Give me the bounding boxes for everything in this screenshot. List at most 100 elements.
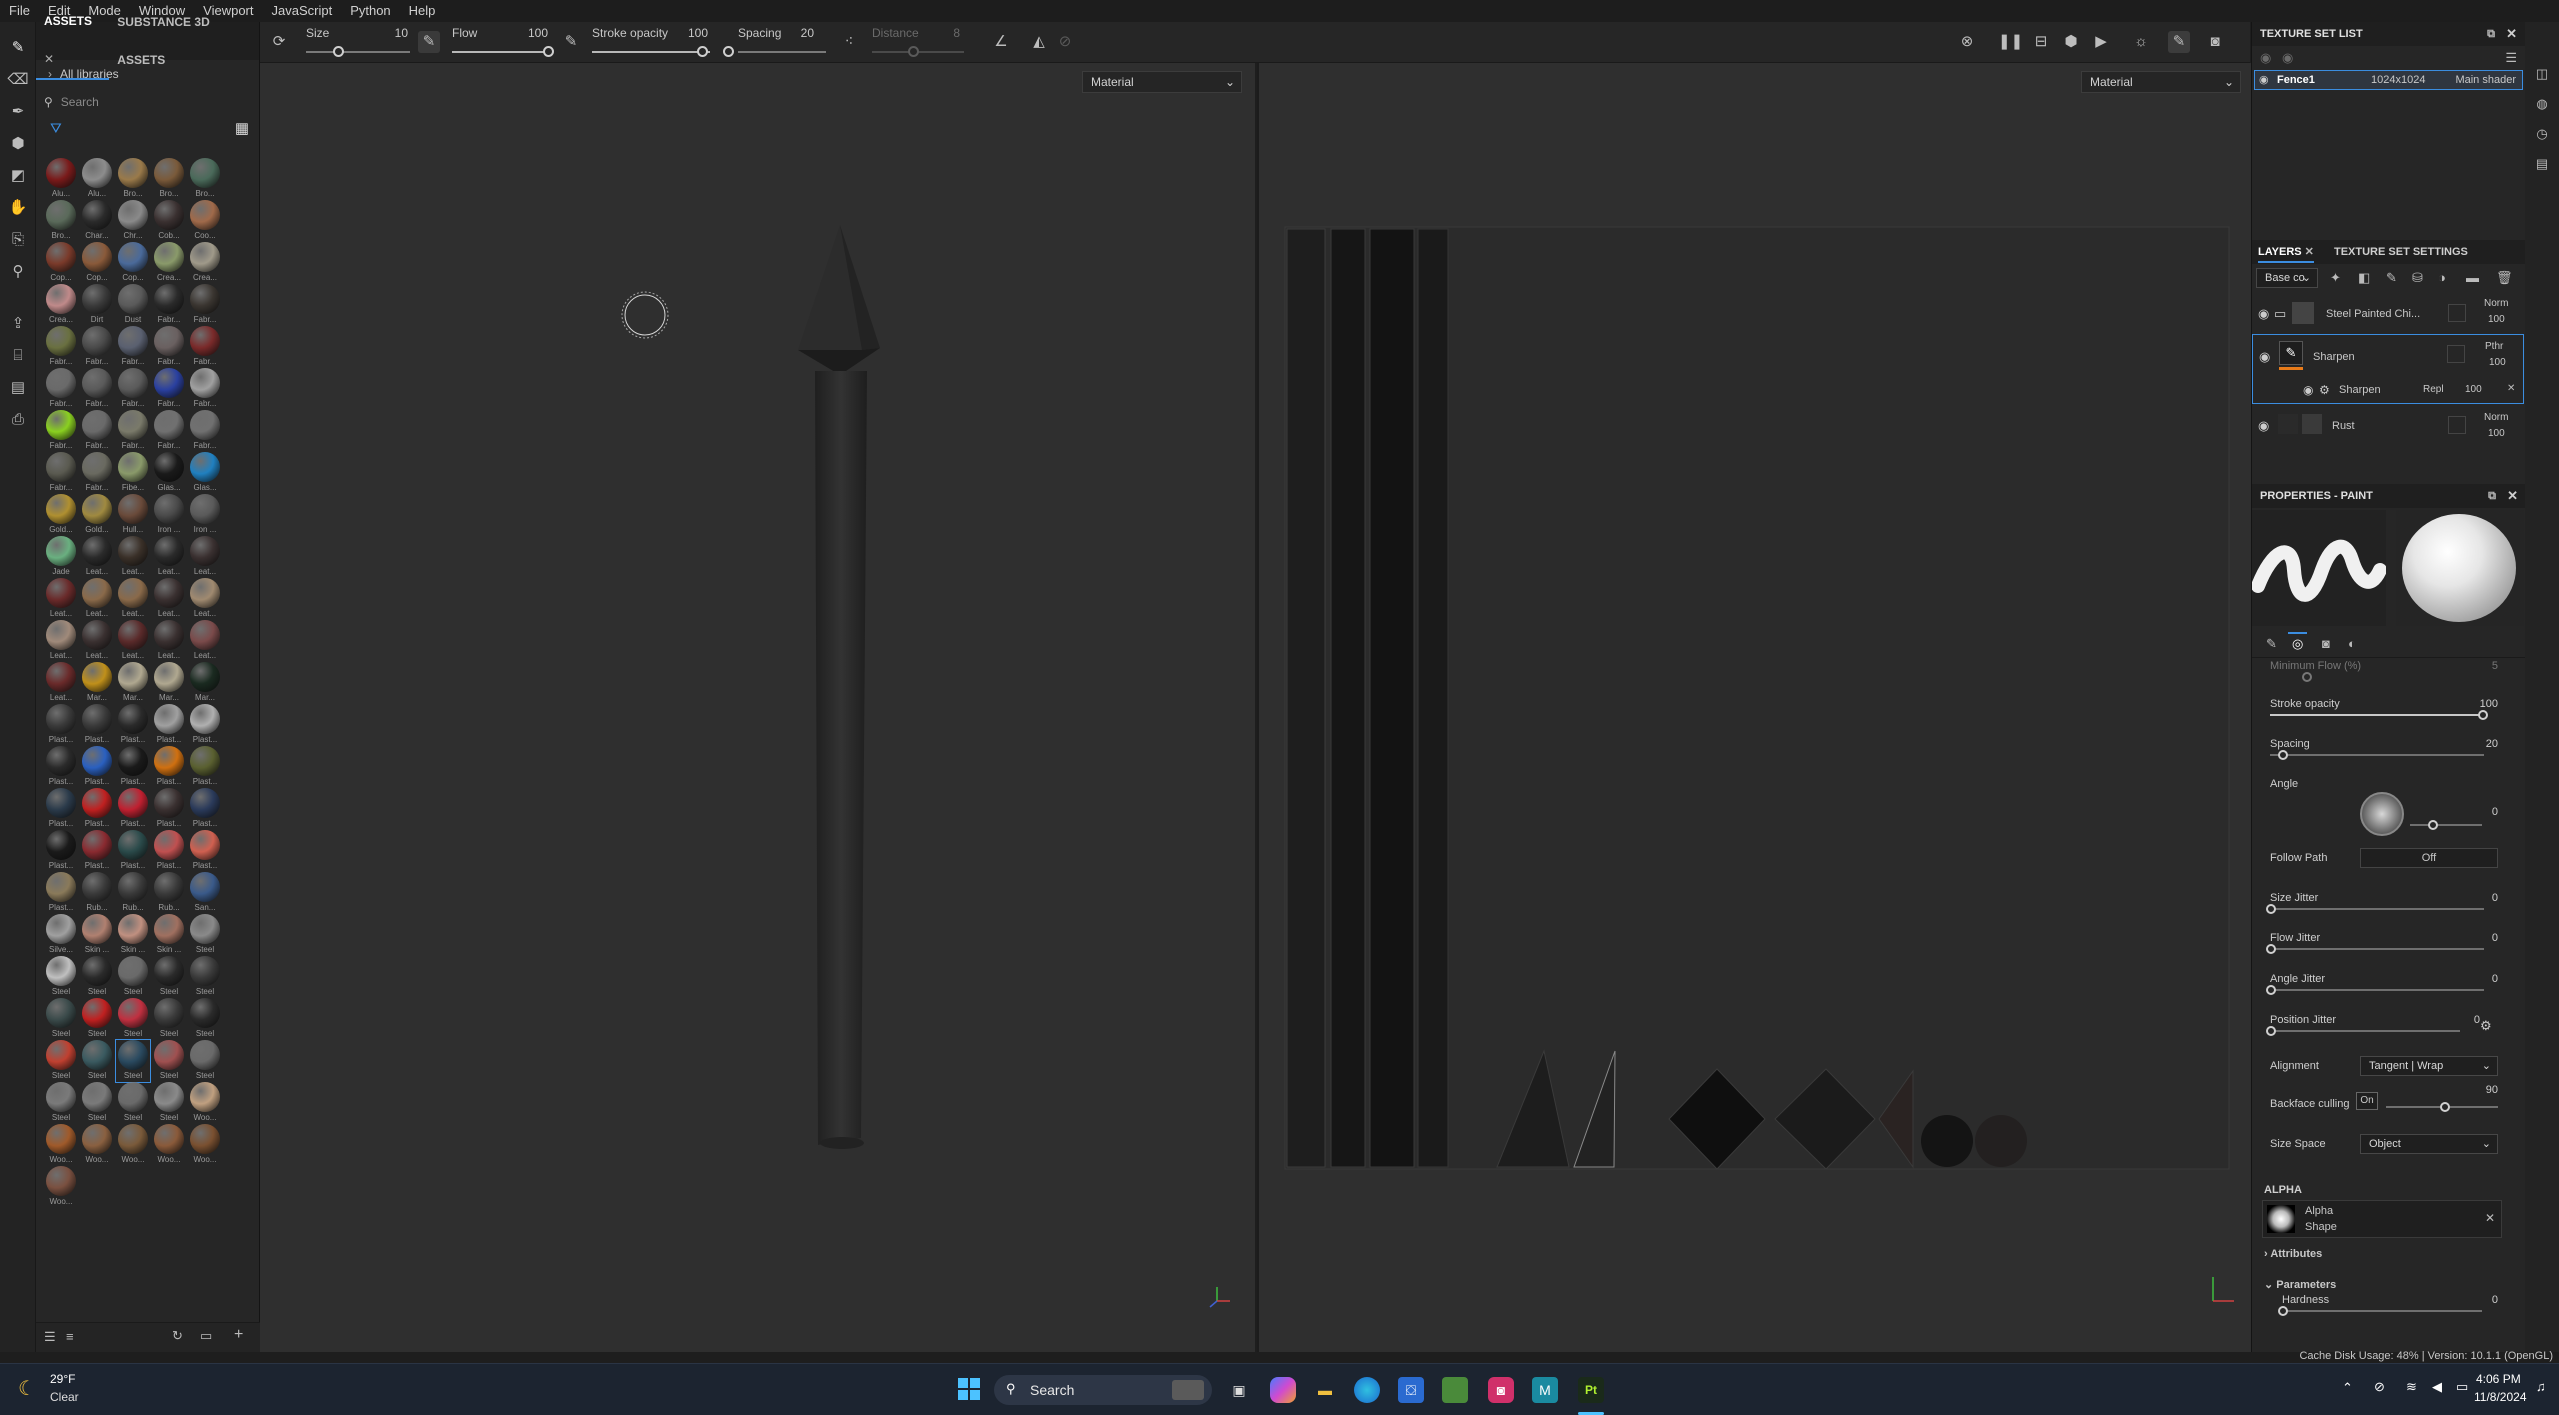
material-thumbnail[interactable]: Leat... xyxy=(116,578,150,620)
material-thumbnail[interactable]: Plast... xyxy=(116,788,150,830)
spacing-knob[interactable] xyxy=(723,46,734,57)
material-thumbnail[interactable]: Steel xyxy=(188,998,222,1040)
line-mode-icon[interactable]: ∠ xyxy=(990,31,1012,53)
material-thumbnail[interactable]: Char... xyxy=(80,200,114,242)
material-thumbnail[interactable]: Fabr... xyxy=(188,368,222,410)
camera-icon[interactable]: ▶ xyxy=(2090,31,2112,53)
channel-select[interactable]: Base co ⌄ xyxy=(2256,268,2318,288)
size-jitter-slider[interactable] xyxy=(2270,908,2484,910)
tab-texture-set-settings[interactable]: TEXTURE SET SETTINGS xyxy=(2334,246,2468,258)
angle-jitter-knob[interactable] xyxy=(2266,985,2276,995)
history-icon[interactable]: ◷ xyxy=(2533,126,2551,144)
material-thumbnail[interactable]: Leat... xyxy=(188,578,222,620)
layer-blend-mode[interactable]: Norm xyxy=(2484,298,2508,309)
sort-icon[interactable]: ≡ xyxy=(66,1329,74,1344)
material-thumbnail[interactable]: Cop... xyxy=(44,242,78,284)
angle-jitter-value[interactable]: 0 xyxy=(2492,973,2498,985)
stroke-opacity-value[interactable]: 100 xyxy=(2480,698,2498,710)
material-thumbnail[interactable]: Fabr... xyxy=(44,452,78,494)
mask-slot[interactable] xyxy=(2448,304,2466,322)
ruler-tool-icon[interactable]: ▤ xyxy=(6,376,30,400)
flow-jitter-knob[interactable] xyxy=(2266,944,2276,954)
hide-icon[interactable]: ⊗ xyxy=(1956,31,1978,53)
min-flow-value[interactable]: 5 xyxy=(2492,660,2498,672)
eye-icon[interactable]: ◉ xyxy=(2259,73,2269,86)
hardness-slider[interactable] xyxy=(2282,1310,2482,1312)
material-thumbnail[interactable]: Plast... xyxy=(152,830,186,872)
material-thumbnail[interactable]: Skin ... xyxy=(80,914,114,956)
stroke-opacity-slider[interactable] xyxy=(2270,714,2484,716)
material-thumbnail[interactable]: Fabr... xyxy=(152,368,186,410)
viewport-3d[interactable]: Material ⌄ xyxy=(260,63,1255,1353)
material-thumbnail[interactable]: Plast... xyxy=(188,746,222,788)
parameters-section[interactable]: ⌄ Parameters xyxy=(2264,1278,2336,1291)
angle-value[interactable]: 0 xyxy=(2492,806,2498,818)
add-icon[interactable]: + xyxy=(234,1326,243,1344)
material-thumbnail[interactable]: Woo... xyxy=(152,1124,186,1166)
split-view-icon[interactable]: ⊟ xyxy=(2030,31,2052,53)
hardness-knob[interactable] xyxy=(2278,1306,2288,1316)
chevron-up-icon[interactable]: ⌃ xyxy=(2342,1380,2353,1396)
paint-mode-icon[interactable]: ✎ xyxy=(2168,31,2190,53)
material-thumbnail[interactable]: Steel xyxy=(152,956,186,998)
search-input[interactable]: Search xyxy=(61,95,99,109)
material-thumbnail[interactable]: Hull... xyxy=(116,494,150,536)
material-thumbnail[interactable]: Fabr... xyxy=(116,368,150,410)
material-thumbnail[interactable]: Crea... xyxy=(188,242,222,284)
light-icon[interactable]: ☼ xyxy=(2130,31,2152,53)
material-thumbnail[interactable]: Woo... xyxy=(116,1124,150,1166)
material-thumbnail[interactable]: Fabr... xyxy=(80,326,114,368)
layer-blend-mode[interactable]: Pthr xyxy=(2485,341,2503,352)
material-thumbnail[interactable]: Plast... xyxy=(188,788,222,830)
material-thumbnail[interactable]: Steel xyxy=(44,998,78,1040)
material-thumbnail[interactable]: Plast... xyxy=(44,746,78,788)
angle-dial[interactable] xyxy=(2360,792,2404,836)
material-thumbnail[interactable]: Steel xyxy=(188,1040,222,1082)
close-icon[interactable]: ✕ xyxy=(2507,484,2518,508)
material-thumbnail[interactable]: Leat... xyxy=(44,662,78,704)
close-icon[interactable]: ✕ xyxy=(2485,1211,2495,1225)
angle-jitter-slider[interactable] xyxy=(2270,989,2484,991)
material-thumbnail[interactable]: Skin ... xyxy=(152,914,186,956)
texture-set-list-icon[interactable]: ◫ xyxy=(2533,66,2551,84)
material-thumbnail[interactable]: Woo... xyxy=(188,1124,222,1166)
material-thumbnail[interactable]: Fabr... xyxy=(80,410,114,452)
log-icon[interactable]: ▤ xyxy=(2533,156,2551,174)
layer-blend-mode[interactable]: Norm xyxy=(2484,412,2508,423)
material-thumbnail[interactable]: Iron ... xyxy=(152,494,186,536)
material-thumbnail[interactable]: Fabr... xyxy=(44,326,78,368)
material-thumbnail[interactable]: Leat... xyxy=(116,620,150,662)
material-thumbnail[interactable]: Leat... xyxy=(188,536,222,578)
material-thumbnail[interactable]: Plast... xyxy=(80,830,114,872)
eye-icon[interactable]: ◉ xyxy=(2258,306,2269,322)
eye-icon[interactable]: ◉ xyxy=(2259,349,2270,365)
filter-opacity[interactable]: 100 xyxy=(2465,384,2482,395)
material-thumbnail[interactable]: Plast... xyxy=(116,746,150,788)
layer-row[interactable]: ◉ ▭ Steel Painted Chi... Norm 100 xyxy=(2252,294,2522,334)
settings-gear-icon[interactable]: ⚙ xyxy=(2480,1018,2492,1034)
size-slider[interactable] xyxy=(306,51,410,53)
material-thumbnail[interactable]: Skin ... xyxy=(116,914,150,956)
file-explorer-icon[interactable]: ▬ xyxy=(1312,1377,1338,1403)
material-thumbnail[interactable]: Woo... xyxy=(80,1124,114,1166)
material-thumbnail[interactable]: Dirt xyxy=(80,284,114,326)
material-thumbnail[interactable]: Steel xyxy=(188,914,222,956)
alignment-select[interactable]: Tangent | Wrap ⌄ xyxy=(2360,1056,2498,1076)
edge-browser-icon[interactable] xyxy=(1354,1377,1380,1403)
material-thumbnail[interactable]: Plast... xyxy=(188,704,222,746)
material-thumbnail[interactable]: Dust xyxy=(116,284,150,326)
app-icon[interactable]: ◙ xyxy=(1488,1377,1514,1403)
color-picker-tool-icon[interactable]: ⚲ xyxy=(6,260,30,284)
position-jitter-slider[interactable] xyxy=(2270,1030,2460,1032)
material-thumbnail[interactable]: Steel xyxy=(116,1082,150,1124)
material-thumbnail[interactable]: Crea... xyxy=(152,242,186,284)
measure-tool-icon[interactable]: ⌸ xyxy=(6,344,30,368)
brush-settings-icon[interactable]: ⟳ xyxy=(268,31,290,53)
material-thumbnail[interactable]: Mar... xyxy=(152,662,186,704)
material-thumbnail[interactable]: Plast... xyxy=(44,830,78,872)
material-thumbnail[interactable]: Leat... xyxy=(80,578,114,620)
stroke-tab-icon[interactable]: ◎ xyxy=(2288,632,2308,654)
stroke-opacity-value[interactable]: 100 xyxy=(668,26,708,40)
stroke-opacity-knob[interactable] xyxy=(697,46,708,57)
eraser-tool-icon[interactable]: ⌫ xyxy=(6,68,30,92)
